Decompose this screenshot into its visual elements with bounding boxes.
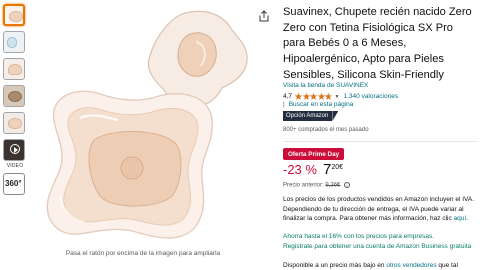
availability-suffix: que tal xyxy=(436,262,458,269)
thumbnail-5[interactable] xyxy=(3,112,25,134)
price-row: -23 % 7 20€ xyxy=(283,161,343,179)
list-price-label: Precio anterior: xyxy=(283,182,324,189)
star-icon xyxy=(302,93,310,100)
price-whole: 7 xyxy=(322,161,332,178)
search-page-row: | Buscar en esta página xyxy=(283,101,353,108)
share-icon[interactable] xyxy=(259,10,269,22)
info-icon[interactable]: i xyxy=(344,182,351,188)
play-icon xyxy=(10,144,20,154)
tax-link[interactable]: aquí xyxy=(454,215,467,222)
thumbnail-1[interactable] xyxy=(3,4,25,26)
badge-label: Opción Amazon xyxy=(283,111,333,121)
product-title: Suavinex, Chupete recién nacido Zero Zer… xyxy=(283,6,472,81)
ratings-count-link[interactable]: 1.340 valoraciones xyxy=(344,93,399,100)
list-price: Precio anterior: 9,36€ i xyxy=(283,182,351,189)
thumbnail-gallery: VIDEO 360° xyxy=(3,4,27,200)
thumbnail-video[interactable] xyxy=(3,139,25,161)
pacifier-image xyxy=(46,10,248,239)
business-promo[interactable]: Ahorra hasta el 16% con los precios para… xyxy=(283,233,434,240)
rating-value: 4,7 xyxy=(283,93,293,100)
rating-row: 4,7 ▼ 1.340 valoraciones xyxy=(283,92,398,101)
star-rating[interactable] xyxy=(295,93,333,100)
star-icon xyxy=(295,93,303,100)
price-fraction: 20€ xyxy=(331,164,343,171)
store-link[interactable]: Visita la tienda de SUAVINEX xyxy=(283,82,368,89)
tax-info: Los precios de los productos vendidos en… xyxy=(283,196,475,223)
tax-text: Los precios de los productos vendidos en… xyxy=(283,196,475,223)
other-sellers-link[interactable]: otros vendedores xyxy=(386,262,436,269)
star-icon xyxy=(317,93,325,100)
amazon-choice-badge: Opción Amazon xyxy=(283,111,339,121)
separator: | xyxy=(283,101,285,108)
thumbnail-360[interactable]: 360° xyxy=(3,173,25,195)
search-page-link[interactable]: Buscar en esta página xyxy=(289,101,354,108)
list-price-value: 9,36€ xyxy=(325,182,341,189)
thumbnail-4[interactable] xyxy=(3,85,25,107)
business-signup-link[interactable]: Registrate para obtener una cuenta de Am… xyxy=(283,242,478,251)
divider xyxy=(283,141,478,142)
deal-badge: Oferta Prime Day xyxy=(283,148,345,160)
star-icon xyxy=(325,93,333,100)
star-icon xyxy=(310,93,318,100)
spin-label: 360° xyxy=(5,179,22,188)
video-label: VIDEO xyxy=(6,163,24,169)
chevron-down-icon[interactable]: ▼ xyxy=(335,94,340,100)
pacifier-front xyxy=(46,90,213,239)
main-product-image[interactable] xyxy=(32,0,254,258)
bought-count: 800+ comprados el mes pasado xyxy=(283,127,369,133)
zoom-hint: Pasa el ratón por encima de la imagen pa… xyxy=(65,250,221,257)
discount-percent: -23 % xyxy=(283,162,317,177)
thumbnail-2[interactable] xyxy=(3,31,25,53)
availability-prefix: Disponible a un precio más bajo en xyxy=(283,262,387,269)
pacifier-back xyxy=(147,10,248,107)
availability: Disponible a un precio más bajo en otros… xyxy=(283,262,480,269)
thumbnail-3[interactable] xyxy=(3,58,25,80)
